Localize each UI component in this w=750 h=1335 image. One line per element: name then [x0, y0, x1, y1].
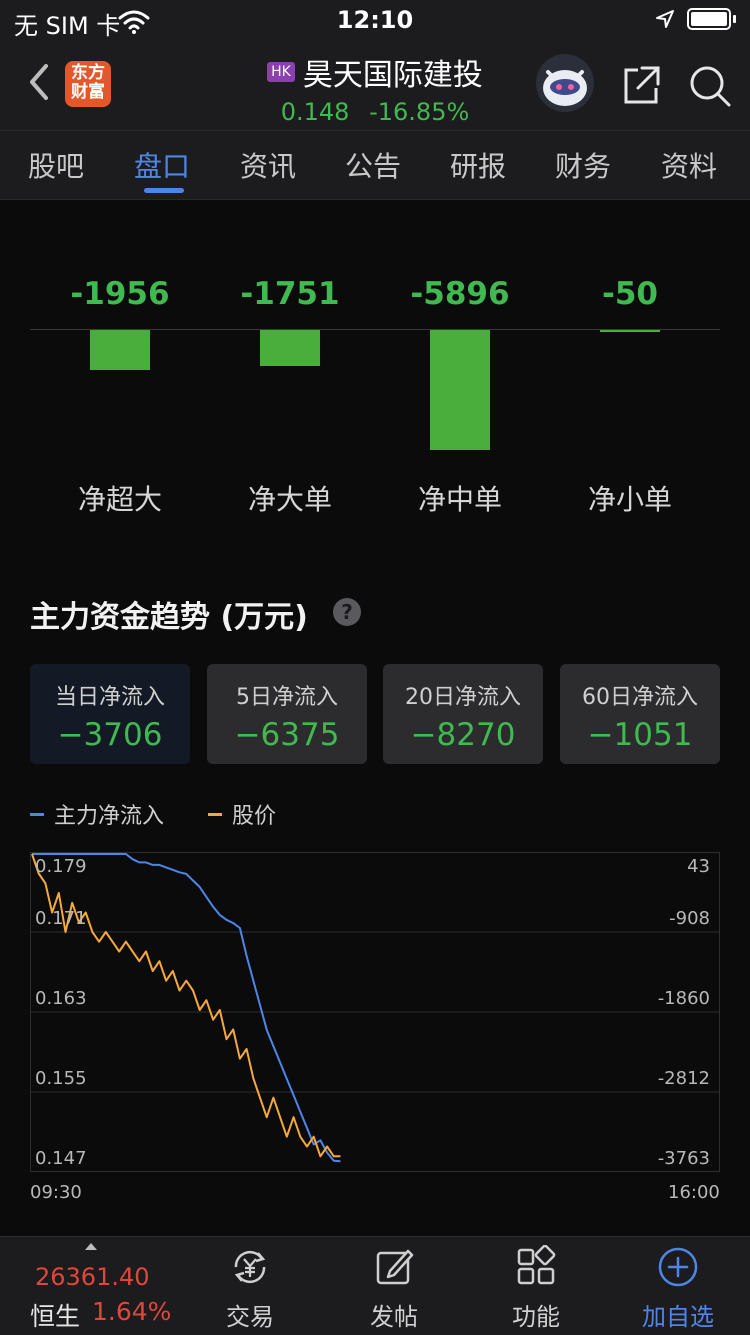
y-right-tick: 43 [687, 856, 710, 877]
net-medium-bar [430, 330, 490, 450]
chart-legend: 主力净流入 股价 [30, 798, 276, 830]
card-label: 5日净流入 [236, 685, 338, 710]
legend-inflow: 主力净流入 [54, 804, 165, 829]
edit-icon [376, 1249, 414, 1285]
net-super-bar [90, 330, 150, 370]
stock-change-pct: -16.85% [369, 98, 470, 126]
search-icon[interactable] [688, 64, 732, 108]
net-small-bar [600, 330, 660, 332]
net-large-bar [260, 330, 320, 366]
post-button[interactable]: 发帖 [344, 1245, 444, 1332]
mascot-avatar[interactable] [536, 54, 594, 112]
net-medium-value: -5896 [410, 276, 510, 312]
net-medium-label: 净中单 [417, 483, 502, 516]
tab-guba[interactable]: 股吧 [28, 145, 84, 185]
tab-announcements[interactable]: 公告 [345, 145, 401, 185]
add-watchlist-button[interactable]: 加自选 [628, 1245, 728, 1332]
tab-profile[interactable]: 资料 [661, 145, 717, 185]
x-axis-start: 09:30 [30, 1182, 82, 1203]
y-right-tick: -3763 [657, 1148, 710, 1169]
card-today-inflow[interactable]: 当日净流入 −3706 [30, 664, 190, 764]
trade-label: 交易 [226, 1303, 274, 1331]
tab-bar: 股吧 盘口 资讯 公告 研报 财务 资料 [0, 130, 750, 200]
bottom-bar: 26361.40 恒生 1.64% 交易 发帖 功能 加自选 [0, 1236, 750, 1335]
y-left-tick: 0.163 [35, 988, 87, 1009]
trend-chart[interactable] [30, 852, 720, 1172]
nav-bar: 东方 财富 HK 昊天国际建投 0.148 -16.85% [0, 44, 750, 130]
hsi-value[interactable]: 26361.40 [35, 1263, 150, 1291]
y-left-tick: 0.147 [35, 1148, 87, 1169]
market-badge: HK [267, 62, 295, 82]
post-label: 发帖 [370, 1303, 418, 1331]
card-value: −3706 [57, 717, 163, 753]
y-right-tick: -1860 [657, 988, 710, 1009]
tab-pankou[interactable]: 盘口 [134, 145, 190, 185]
trade-button[interactable]: 交易 [200, 1245, 300, 1332]
card-label: 60日净流入 [582, 685, 698, 710]
battery-tip [733, 15, 736, 23]
wifi-icon [118, 10, 150, 34]
trend-title: 主力资金趋势 (万元) [30, 600, 308, 635]
yuan-cycle-icon [234, 1250, 266, 1284]
y-left-tick: 0.155 [35, 1068, 87, 1089]
stock-price: 0.148 [280, 98, 350, 126]
index-expand-icon[interactable] [85, 1243, 97, 1250]
status-bar: 无 SIM 卡 12:10 [0, 0, 750, 44]
x-axis-end: 16:00 [668, 1182, 720, 1203]
net-super-value: -1956 [70, 276, 170, 312]
functions-button[interactable]: 功能 [486, 1245, 586, 1332]
y-right-tick: -2812 [657, 1068, 710, 1089]
y-left-tick: 0.179 [35, 856, 87, 877]
net-large-value: -1751 [240, 276, 340, 312]
net-small-label: 净小单 [587, 483, 672, 516]
clock: 12:10 [336, 6, 414, 34]
legend-swatch-inflow [30, 812, 44, 816]
card-label: 20日净流入 [405, 685, 521, 710]
tab-finance[interactable]: 财务 [555, 145, 611, 185]
card-60day-inflow[interactable]: 60日净流入 −1051 [560, 664, 720, 764]
add-circle-icon [658, 1247, 698, 1287]
card-20day-inflow[interactable]: 20日净流入 −8270 [383, 664, 543, 764]
add-watchlist-label: 加自选 [642, 1303, 714, 1331]
share-icon[interactable] [620, 64, 662, 106]
grid-icon [517, 1245, 556, 1285]
tab-news[interactable]: 资讯 [240, 145, 296, 185]
hsi-name[interactable]: 恒生 [30, 1297, 80, 1333]
legend-swatch-price [208, 812, 223, 816]
hsi-change[interactable]: 1.64% [92, 1297, 171, 1326]
legend-price: 股价 [232, 804, 277, 829]
net-large-label: 净大单 [247, 483, 332, 516]
card-value: −6375 [234, 717, 340, 753]
card-5day-inflow[interactable]: 5日净流入 −6375 [207, 664, 367, 764]
tab-research[interactable]: 研报 [450, 145, 506, 185]
tab-indicator [144, 188, 184, 193]
battery-icon [687, 8, 731, 30]
y-right-tick: -908 [669, 908, 710, 929]
card-value: −8270 [410, 717, 516, 753]
location-icon [656, 10, 674, 28]
card-value: −1051 [587, 717, 693, 753]
functions-label: 功能 [512, 1303, 560, 1331]
stock-name: 昊天国际建投 [302, 58, 483, 93]
card-label: 当日净流入 [54, 685, 165, 710]
net-small-value: -50 [601, 276, 658, 312]
net-super-label: 净超大 [77, 483, 162, 516]
y-left-tick: 0.171 [35, 908, 87, 929]
help-icon[interactable]: ? [333, 598, 361, 626]
